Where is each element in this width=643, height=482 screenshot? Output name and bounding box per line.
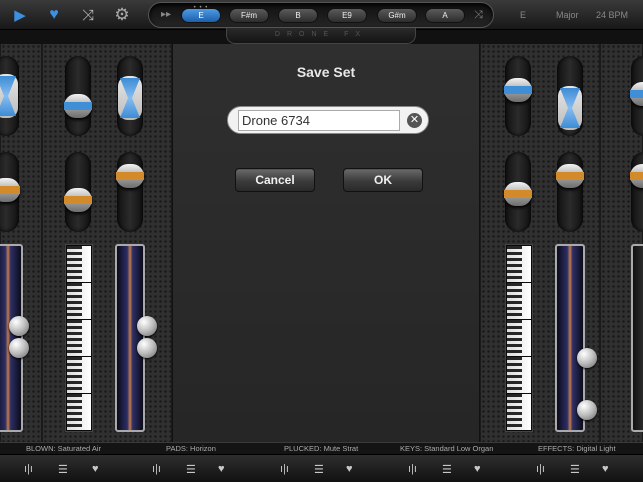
keys-slider-handle-2[interactable] <box>558 86 582 130</box>
keys-slider-track-1[interactable] <box>504 56 532 136</box>
cancel-button[interactable]: Cancel <box>235 168 315 192</box>
pads-keyboard[interactable] <box>65 244 93 432</box>
tempo-label[interactable]: 24 BPM <box>596 10 628 20</box>
blown-panel <box>0 44 42 442</box>
bottom-toolbar: ı|ı ☰ ♥ ı|ı ☰ ♥ ı|ı ☰ ♥ ı|ı ☰ ♥ ı|ı ☰ ♥ <box>0 454 643 482</box>
blown-level-knob[interactable] <box>0 178 20 202</box>
scale-label[interactable]: Major <box>556 10 579 20</box>
chord-shuffle-icon[interactable]: ⤨ <box>474 9 483 22</box>
keys-keyboard[interactable] <box>505 244 533 432</box>
effects-status: EFFECTS: Digital Light <box>538 444 616 453</box>
keys-slider-track-4[interactable] <box>556 152 584 232</box>
dialog-title: Save Set <box>296 64 356 80</box>
keys-mixer-icon[interactable]: ı|ı <box>408 461 417 477</box>
keys-panel <box>480 44 600 442</box>
chord-button-5[interactable]: G#m <box>377 8 417 23</box>
keys-slider-track-2[interactable] <box>557 56 583 136</box>
key-label[interactable]: E <box>520 10 526 20</box>
pads-status: PADS: Horizon <box>166 444 216 453</box>
effects-slider-track-2[interactable] <box>630 152 643 232</box>
ok-button[interactable]: OK <box>343 168 423 192</box>
effects-slider-track-1[interactable] <box>630 56 643 136</box>
blown-slider-track-2[interactable] <box>0 152 20 232</box>
effects-fader[interactable] <box>631 244 643 432</box>
pads-slider-track-4[interactable] <box>116 152 144 232</box>
keys-slider-handle-1[interactable] <box>504 78 532 102</box>
pads-favorite-icon[interactable]: ♥ <box>218 461 225 477</box>
effects-favorite-icon[interactable]: ♥ <box>602 461 609 477</box>
plucked-mixer-icon[interactable]: ı|ı <box>280 461 289 477</box>
save-set-dialog: Save Set ✕ Cancel OK <box>172 44 480 442</box>
keys-status: KEYS: Standard Low Organ <box>400 444 494 453</box>
pads-slider-handle-1[interactable] <box>64 94 92 118</box>
heart-icon[interactable]: ♥ <box>44 6 64 24</box>
plucked-status: PLUCKED: Mute Strat <box>284 444 359 453</box>
effects-panel <box>600 44 643 442</box>
effects-list-icon[interactable]: ☰ <box>570 461 580 477</box>
pads-panel <box>42 44 172 442</box>
skip-forward-icon[interactable]: ▸▸ <box>161 9 171 20</box>
keys-slider-handle-4[interactable] <box>556 164 584 188</box>
blown-favorite-icon[interactable]: ♥ <box>92 461 99 477</box>
effects-slider-handle-2[interactable] <box>630 164 643 188</box>
play-icon[interactable]: ▶ <box>10 6 30 24</box>
shuffle-icon[interactable]: ⤨ <box>78 6 98 24</box>
pads-slider-track-1[interactable] <box>64 56 92 136</box>
pads-fader[interactable] <box>115 244 157 432</box>
instrument-status-bar: BLOWN: Saturated Air PADS: Horizon PLUCK… <box>0 442 643 454</box>
effects-mixer-icon[interactable]: ı|ı <box>536 461 545 477</box>
set-name-field: ✕ <box>227 106 429 134</box>
blown-slider-track-1[interactable] <box>0 56 19 136</box>
chord-button-1[interactable]: • • • E <box>181 5 221 23</box>
chord-button-3[interactable]: B <box>278 8 318 23</box>
gear-icon[interactable]: ⚙ <box>112 5 132 24</box>
clear-icon[interactable]: ✕ <box>407 113 422 128</box>
chord-button-2[interactable]: F#m <box>229 8 269 23</box>
app-logo: DRONE FX <box>226 28 416 44</box>
keys-slider-handle-3[interactable] <box>504 182 532 206</box>
keys-list-icon[interactable]: ☰ <box>442 461 452 477</box>
blown-slider-handle[interactable] <box>0 74 18 118</box>
pads-slider-track-2[interactable] <box>117 56 143 136</box>
keys-fader[interactable] <box>555 244 597 432</box>
effects-slider-handle-1[interactable] <box>630 82 643 106</box>
keys-favorite-icon[interactable]: ♥ <box>474 461 481 477</box>
blown-mixer-icon[interactable]: ı|ı <box>24 461 33 477</box>
pads-mixer-icon[interactable]: ı|ı <box>152 461 161 477</box>
plucked-favorite-icon[interactable]: ♥ <box>346 461 353 477</box>
pads-slider-handle-2[interactable] <box>118 76 142 120</box>
set-name-input[interactable] <box>238 110 400 131</box>
plucked-list-icon[interactable]: ☰ <box>314 461 324 477</box>
chord-progression-bar: ▸▸ • • • E F#m B E9 G#m A ⤨ <box>148 2 494 28</box>
blown-list-icon[interactable]: ☰ <box>58 461 68 477</box>
blown-status: BLOWN: Saturated Air <box>26 444 102 453</box>
chord-button-6[interactable]: A <box>425 8 465 23</box>
blown-fader[interactable] <box>0 244 29 432</box>
pads-slider-track-3[interactable] <box>64 152 92 232</box>
chord-button-4[interactable]: E9 <box>327 8 367 23</box>
pads-list-icon[interactable]: ☰ <box>186 461 196 477</box>
pads-slider-handle-4[interactable] <box>116 164 144 188</box>
top-bar: ▶ ♥ ⤨ ⚙ ▸▸ • • • E F#m B E9 G#m A ⤨ E Maj… <box>0 0 643 30</box>
keys-slider-track-3[interactable] <box>504 152 532 232</box>
pads-slider-handle-3[interactable] <box>64 188 92 212</box>
